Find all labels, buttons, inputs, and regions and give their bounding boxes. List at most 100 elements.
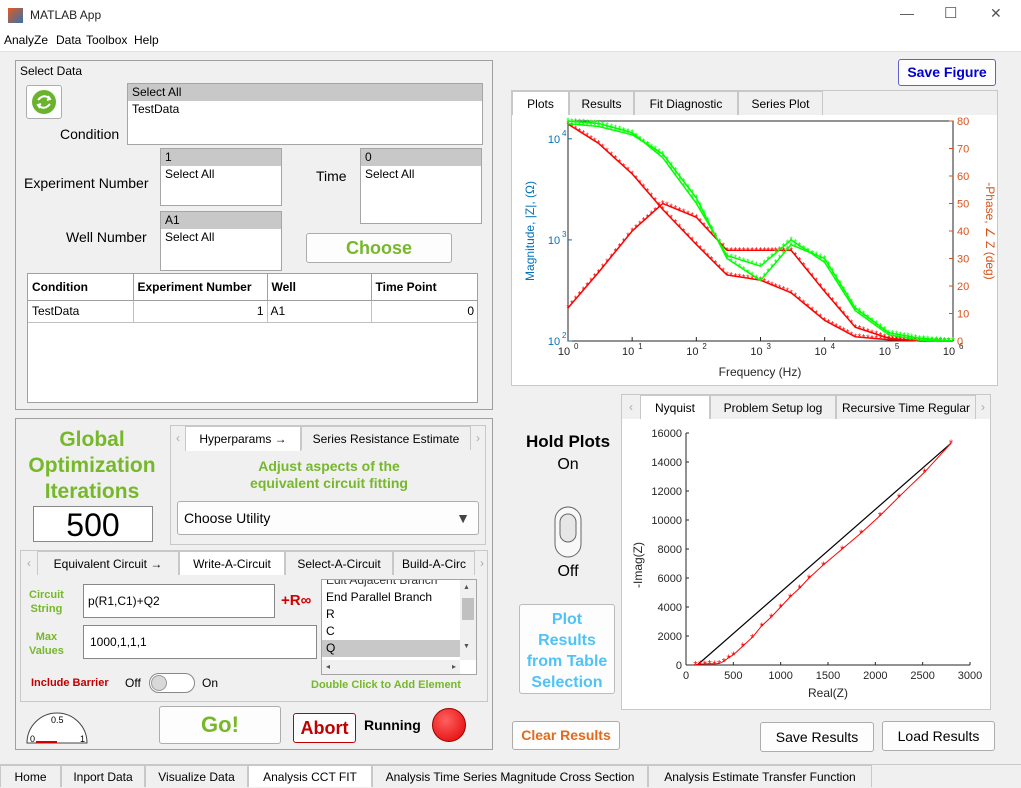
add-r-infinity-button[interactable]: +R∞ [281, 592, 311, 609]
circuit-tab-scroll-right[interactable]: › [475, 551, 489, 575]
tab-hyperparams[interactable]: Hyperparams → [185, 426, 301, 451]
list-item[interactable]: A1 [161, 212, 281, 229]
tab-build-a-circuit[interactable]: Build-A-Circ [393, 551, 475, 575]
tab-scroll-left[interactable]: ‹ [171, 426, 185, 450]
save-results-button[interactable]: Save Results [760, 722, 874, 752]
list-item[interactable]: End Parallel Branch [322, 589, 476, 606]
well-listbox[interactable]: A1 Select All [160, 211, 282, 271]
list-item[interactable]: Edit Adjacent Branch [322, 580, 476, 589]
table-cell[interactable]: 1 [133, 300, 268, 322]
table-header[interactable]: Condition [28, 274, 134, 300]
tab-inport-data[interactable]: Inport Data [61, 765, 145, 787]
bottom-tabbar: Home Inport Data Visualize Data Analysis… [0, 764, 1021, 787]
iterations-field[interactable]: 500 [33, 506, 153, 543]
menu-analyze[interactable]: AnalyZe [4, 33, 48, 47]
bode-yr-tick-label: 20 [957, 281, 969, 293]
matlab-logo-icon [8, 8, 23, 23]
table-header[interactable]: Time Point [371, 274, 477, 300]
gauge-min-label: 0 [30, 734, 35, 744]
clear-results-button[interactable]: Clear Results [512, 721, 620, 750]
nyquist-tab-scroll-left[interactable]: ‹ [622, 395, 640, 419]
tab-visualize-data[interactable]: Visualize Data [145, 765, 248, 787]
tab-plots[interactable]: Plots [512, 91, 569, 116]
bode-x-tick-label: 10 [879, 346, 891, 358]
experiment-listbox[interactable]: 1 Select All [160, 148, 282, 206]
menu-help[interactable]: Help [134, 33, 159, 47]
list-item[interactable]: 1 [161, 149, 281, 166]
tab-series-plot[interactable]: Series Plot [738, 91, 823, 115]
table-header[interactable]: Well [267, 274, 372, 300]
minimize-button[interactable]: — [900, 5, 914, 21]
tab-analysis-transfer-function[interactable]: Analysis Estimate Transfer Function [648, 765, 872, 787]
list-item[interactable]: C [322, 623, 476, 640]
refresh-button[interactable] [26, 85, 62, 119]
tab-equivalent-circuit[interactable]: Equivalent Circuit → [37, 551, 179, 575]
bode-yr-tick-label: 80 [957, 116, 969, 128]
refresh-icon [32, 90, 56, 114]
tab-select-a-circuit[interactable]: Select-A-Circuit [285, 551, 393, 575]
bode-yl-tick-exponent: 3 [562, 230, 567, 239]
list-item[interactable]: 0 [361, 149, 481, 166]
nyquist-tab-scroll-right[interactable]: › [976, 395, 990, 419]
condition-listbox[interactable]: Select All TestData [127, 83, 483, 145]
tab-write-a-circuit[interactable]: Write-A-Circuit [179, 551, 285, 576]
utility-dropdown[interactable]: Choose Utility ▼ [177, 501, 479, 535]
optimization-title: Global Optimization Iterations [28, 428, 156, 503]
tab-home[interactable]: Home [0, 765, 61, 787]
list-item[interactable]: Select All [361, 166, 481, 183]
bode-plot-area: 10 0 10 1 10 2 10 3 10 4 10 5 10 6 10 2 10 3 10 4 0 10 20 30 4… [512, 115, 997, 385]
tab-analysis-time-series[interactable]: Analysis Time Series Magnitude Cross Sec… [372, 765, 648, 787]
barrier-toggle[interactable] [149, 673, 195, 693]
circuit-string-input[interactable]: p(R1,C1)+Q2 [83, 584, 275, 618]
bode-x-tick-label: 10 [815, 346, 827, 358]
nyquist-point: * [750, 632, 755, 644]
dropdown-arrow-icon: ▼ [456, 510, 470, 526]
menu-toolbox[interactable]: Toolbox [86, 33, 127, 47]
list-item[interactable]: Select All [128, 84, 482, 101]
nyquist-point: * [779, 602, 784, 614]
list-item[interactable]: Select All [161, 166, 281, 183]
list-item[interactable]: Q [322, 640, 476, 657]
nyquist-x-tick-label: 2500 [910, 670, 934, 682]
circuit-tab-scroll-left[interactable]: ‹ [21, 551, 37, 575]
tab-series-resistance[interactable]: Series Resistance Estimate [301, 426, 471, 450]
element-listbox[interactable]: Edit Adjacent Branch End Parallel Branch… [321, 579, 477, 675]
nyquist-fit-line [696, 442, 952, 666]
hold-plots-switch[interactable] [554, 506, 582, 558]
list-item[interactable]: TestData [128, 101, 482, 118]
close-button[interactable]: ✕ [990, 5, 1002, 22]
go-button[interactable]: Go! [159, 706, 281, 744]
listbox-hscrollbar[interactable]: ◂ ▸ [322, 660, 460, 674]
list-item[interactable]: Select All [161, 229, 281, 246]
nyquist-point: * [741, 641, 746, 653]
tab-analysis-cct-fit[interactable]: Analysis CCT FIT [248, 765, 372, 787]
tab-problem-setup-log[interactable]: Problem Setup log [710, 395, 836, 419]
bode-plot: 10 0 10 1 10 2 10 3 10 4 10 5 10 6 102103104 01020304… [523, 116, 997, 379]
time-listbox[interactable]: 0 Select All [360, 148, 482, 224]
bode-xlabel: Frequency (Hz) [719, 365, 802, 379]
max-values-input[interactable]: 1000,1,1,1 [83, 625, 317, 659]
bode-yl-tick-exponent: 2 [562, 331, 567, 340]
tab-fit-diagnostic[interactable]: Fit Diagnostic [634, 91, 738, 115]
table-cell[interactable]: 0 [371, 300, 477, 322]
maximize-button[interactable]: ☐ [944, 4, 957, 22]
choose-button[interactable]: Choose [306, 233, 452, 263]
abort-button[interactable]: Abort [293, 713, 356, 743]
table-cell[interactable]: TestData [28, 300, 134, 322]
barrier-off-label: Off [125, 676, 141, 690]
tab-nyquist[interactable]: Nyquist [640, 395, 710, 420]
table-header[interactable]: Experiment Number [133, 274, 268, 300]
load-results-button[interactable]: Load Results [882, 721, 995, 751]
tab-recursive-time[interactable]: Recursive Time Regular [836, 395, 976, 419]
tab-results[interactable]: Results [569, 91, 634, 115]
save-figure-button[interactable]: Save Figure [898, 59, 996, 86]
plot-results-button[interactable]: Plot Results from Table Selection [519, 604, 615, 694]
listbox-scrollbar[interactable]: ▲ ▼ [460, 580, 476, 660]
condition-label: Condition [60, 126, 120, 142]
menu-data[interactable]: Data [56, 33, 81, 47]
table-cell[interactable]: A1 [267, 300, 372, 322]
list-item[interactable]: R [322, 606, 476, 623]
gauge-max-label: 1 [80, 734, 85, 744]
tab-scroll-right[interactable]: › [471, 426, 485, 450]
table-row[interactable]: TestData 1 A1 0 [28, 300, 477, 322]
